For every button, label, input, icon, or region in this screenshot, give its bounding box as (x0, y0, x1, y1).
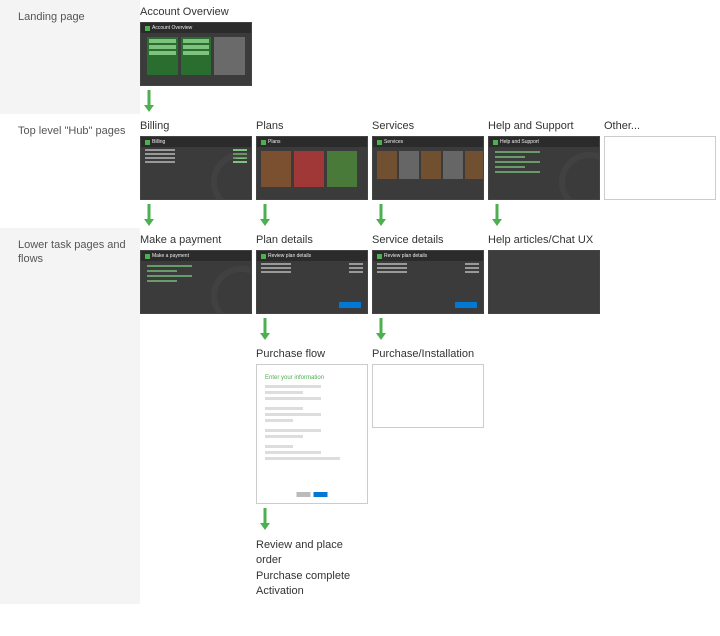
thumb-other (604, 136, 716, 200)
cell-terminal-steps: Review and place order Purchase complete… (256, 532, 372, 604)
arrow-down-icon (258, 318, 272, 340)
title-plans: Plans (256, 120, 368, 132)
cell-services: Services Services (372, 114, 488, 228)
thumb-account-overview: Account Overview (140, 22, 252, 86)
thumb-services: Services (372, 136, 484, 200)
cell-payment: Make a payment Make a payment (140, 228, 256, 342)
thumb-billing: Billing (140, 136, 252, 200)
cell-plan-details: Plan details Review plan details (256, 228, 372, 342)
arrow-down-icon (374, 204, 388, 226)
thumb-purchase-install (372, 364, 484, 428)
title-help-articles: Help articles/Chat UX (488, 234, 600, 246)
title-services: Services (372, 120, 484, 132)
title-purchase-flow: Purchase flow (256, 348, 368, 360)
cell-help-articles: Help articles/Chat UX (488, 228, 604, 342)
cell-other: Other... (604, 114, 720, 228)
cell-help: Help and Support Help and Support (488, 114, 604, 228)
title-other: Other... (604, 120, 716, 132)
title-account-overview: Account Overview (140, 6, 252, 18)
arrow-down-icon (142, 204, 156, 226)
arrow-down-icon (374, 318, 388, 340)
cell-account-overview: Account Overview Account Overview (140, 0, 256, 114)
title-help: Help and Support (488, 120, 600, 132)
title-billing: Billing (140, 120, 252, 132)
cell-service-details: Service details Review plan details (372, 228, 488, 342)
thumb-help-articles (488, 250, 600, 314)
arrow-down-icon (142, 90, 156, 112)
cell-plans: Plans Plans (256, 114, 372, 228)
thumb-plan-details: Review plan details (256, 250, 368, 314)
title-service-details: Service details (372, 234, 484, 246)
cell-purchase-flow: Purchase flow Enter your information (256, 342, 372, 532)
arrow-down-icon (258, 508, 272, 530)
title-terminal-steps: Review and place order Purchase complete… (256, 538, 368, 600)
row-label-hub: Top level "Hub" pages (0, 114, 140, 228)
sitemap-diagram: Landing page Account Overview Account Ov… (0, 0, 720, 604)
arrow-down-icon (258, 204, 272, 226)
title-purchase-install: Purchase/Installation (372, 348, 484, 360)
thumb-plans: Plans (256, 136, 368, 200)
thumb-help: Help and Support (488, 136, 600, 200)
title-payment: Make a payment (140, 234, 252, 246)
arrow-down-icon (490, 204, 504, 226)
thumb-service-details: Review plan details (372, 250, 484, 314)
row-label-landing: Landing page (0, 0, 140, 114)
row-label-task: Lower task pages and flows (0, 228, 140, 604)
thumb-purchase-flow: Enter your information (256, 364, 368, 504)
cell-billing: Billing Billing (140, 114, 256, 228)
thumb-payment: Make a payment (140, 250, 252, 314)
cell-purchase-install: Purchase/Installation (372, 342, 488, 532)
title-plan-details: Plan details (256, 234, 368, 246)
